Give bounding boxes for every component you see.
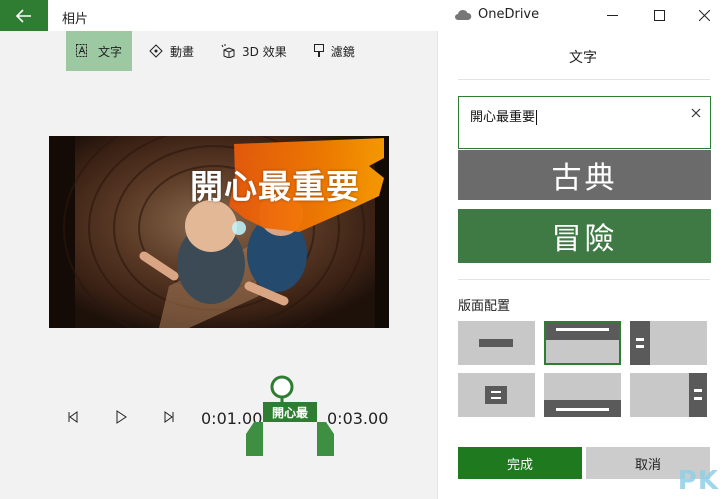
layout-left-bar[interactable]	[630, 321, 707, 365]
done-button[interactable]: 完成	[458, 447, 582, 479]
style-classic[interactable]: 古典	[458, 150, 711, 200]
panel-divider-mid	[458, 279, 710, 280]
text-input[interactable]: 開心最重要	[458, 96, 711, 149]
editor-toolbar: 文字 動畫 3D 效果 濾鏡	[66, 31, 371, 71]
title-bar: 相片 OneDrive	[0, 0, 727, 31]
3d-effects-icon	[221, 44, 235, 58]
tool-motion[interactable]: 動畫	[138, 31, 204, 71]
tool-text-label: 文字	[98, 44, 123, 59]
onedrive-button[interactable]: OneDrive	[454, 7, 539, 22]
back-arrow-icon	[16, 8, 31, 23]
layout-right-bar[interactable]	[630, 373, 707, 417]
app-title: 相片	[62, 12, 89, 27]
tool-3d-effects-label: 3D 效果	[242, 44, 287, 59]
layout-center-box[interactable]	[458, 373, 535, 417]
layout-center-bar[interactable]	[458, 321, 535, 365]
watermark-logo: PK	[677, 466, 719, 496]
layout-bottom-bar[interactable]	[544, 373, 621, 417]
clear-text-icon[interactable]	[688, 105, 704, 121]
preview-overlay-text: 開心最重要	[190, 167, 360, 206]
play-icon[interactable]	[112, 408, 130, 426]
close-button[interactable]	[681, 0, 727, 31]
tool-filter[interactable]: 濾鏡	[303, 31, 365, 71]
style-adventure[interactable]: 冒險	[458, 209, 711, 263]
maximize-icon	[653, 10, 665, 21]
minimize-button[interactable]	[589, 0, 635, 31]
onedrive-label: OneDrive	[478, 7, 540, 22]
video-preview[interactable]: 開心最重要	[49, 136, 389, 328]
motion-icon	[149, 44, 163, 58]
text-input-value: 開心最重要	[470, 110, 536, 125]
tool-3d-effects[interactable]: 3D 效果	[210, 31, 297, 71]
tool-text[interactable]: 文字	[66, 31, 133, 71]
text-panel: 文字 開心最重要 古典 冒險 版面配置 完成 取消	[437, 31, 727, 499]
minimize-icon	[606, 15, 618, 16]
tool-filter-label: 濾鏡	[330, 44, 355, 59]
layout-top-bar[interactable]	[544, 321, 621, 365]
timeline-marker-label: 開心最	[271, 406, 308, 420]
layout-label: 版面配置	[458, 299, 511, 314]
panel-title: 文字	[569, 50, 597, 66]
tool-motion-label: 動畫	[170, 44, 195, 59]
filter-icon	[313, 44, 324, 57]
cloud-icon	[455, 9, 472, 20]
maximize-button[interactable]	[636, 0, 682, 31]
step-forward-icon[interactable]	[160, 408, 178, 426]
back-button[interactable]	[0, 0, 48, 31]
panel-divider-top	[458, 79, 710, 80]
step-back-icon[interactable]	[64, 408, 82, 426]
text-icon	[76, 44, 87, 57]
close-icon	[698, 10, 710, 21]
